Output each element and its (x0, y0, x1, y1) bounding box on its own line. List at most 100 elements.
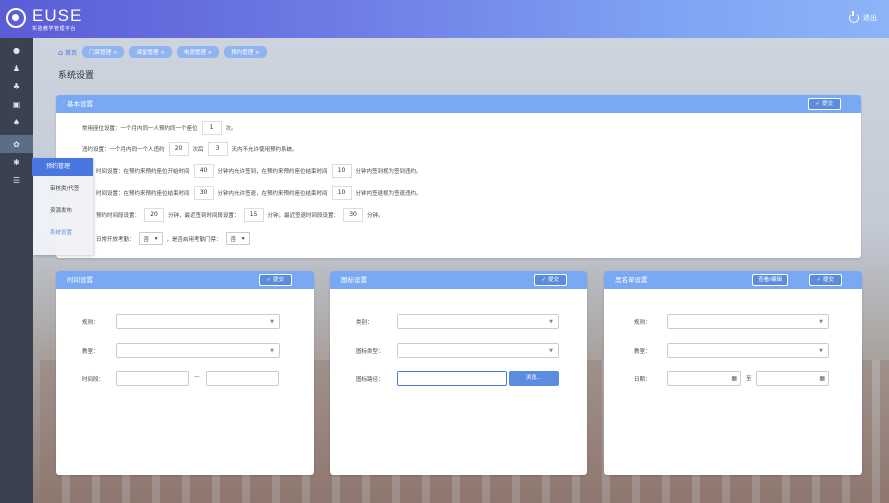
browse-button[interactable]: 浏览... (509, 371, 559, 386)
label: 时间设置：在预约来预约座位结束时间 (96, 191, 190, 197)
icon-type-select[interactable]: ▼ (397, 343, 559, 358)
label: 分钟，最近签退时间段设置： (267, 213, 340, 219)
breadcrumb-home[interactable]: ⌂ 首页 (58, 48, 77, 57)
chevron-down-icon: ▼ (819, 348, 823, 354)
dash: — (194, 374, 200, 380)
checkout-period-input[interactable]: 30 (343, 208, 364, 222)
panel-title: 黑名单设置 (615, 276, 648, 284)
calendar-icon[interactable]: ▦ (731, 375, 737, 382)
checkout-allow-input[interactable]: 30 (193, 186, 214, 200)
rule-select[interactable]: ▼ (667, 314, 829, 329)
label: 预约时间段设置： (96, 213, 141, 219)
date-start-input[interactable]: ▦ (667, 371, 741, 386)
submenu-title[interactable]: 预约管理 (32, 158, 93, 176)
stamp-icon[interactable]: ♠ (0, 113, 33, 131)
list-icon[interactable]: ☰ (0, 171, 33, 189)
submit-button[interactable]: ✓ 提交 (808, 274, 842, 286)
gear-icon[interactable]: ✱ (0, 153, 33, 171)
room-select[interactable]: ▼ (116, 343, 280, 358)
category-select[interactable]: ▼ (397, 314, 559, 329)
submit-button[interactable]: ✓ 提交 (807, 98, 841, 110)
label: 次。 (225, 126, 237, 132)
user-icon[interactable]: ● (0, 41, 33, 59)
row-checkout: 时间设置：在预约来预约座位结束时间 30 分钟内允许签退，在预约来预约座位结束时… (96, 186, 422, 200)
chevron-down-icon: ▼ (549, 348, 553, 354)
person-icon[interactable]: ♟ (0, 59, 33, 77)
period-label: 时间段： (82, 377, 105, 383)
period-start-input[interactable] (116, 371, 189, 386)
submenu-item-audit[interactable]: 审核类/代签 (33, 178, 93, 200)
logout-button[interactable]: 退出 (849, 11, 877, 23)
date-end-input[interactable]: ▦ (756, 371, 829, 386)
logo-subtitle: 实验教学管理平台 (32, 26, 77, 32)
reserve-icon[interactable]: ✿ (0, 135, 33, 153)
row-checkin: 时间设置：在预约来预约座位开始时间 40 分钟内允许签到，在预约来预约座位结束时… (96, 164, 422, 178)
submenu-item-publish[interactable]: 资源发布 (33, 200, 93, 222)
label: 违约设置：一个月内同一个人违约 (82, 147, 165, 153)
panel-header: 时间设置 ✓ 提交 (56, 271, 314, 289)
tab-door[interactable]: 门禁管理 × (82, 46, 125, 58)
chevron-down-icon: ▼ (819, 319, 823, 325)
category-label: 类别： (356, 320, 373, 326)
checkin-allow-input[interactable]: 40 (193, 164, 214, 178)
view-edit-button[interactable]: 查看/编辑 (752, 274, 788, 286)
icon-path-input[interactable] (397, 371, 507, 386)
home-label: 首页 (65, 49, 78, 57)
sidebar: ● ♟ ♣ ▣ ♠ ✿ ✱ ☰ (0, 38, 33, 503)
submenu-item-settings[interactable]: 系统设置 (33, 222, 93, 244)
to-label: 至 (746, 376, 752, 382)
checkin-violate-input[interactable]: 10 (331, 164, 352, 178)
panel-title: 基本设置 (67, 100, 93, 108)
tab-reserve[interactable]: 预约管理 × (224, 46, 267, 58)
date-label: 日期： (634, 377, 651, 383)
violation-count-input[interactable]: 20 (168, 142, 189, 156)
tab-class[interactable]: 课堂管理 × (129, 46, 172, 58)
label: 分钟内签到视为签到违约。 (355, 169, 422, 175)
label: 日常开放考勤： (96, 236, 135, 243)
checkin-period-input[interactable]: 15 (243, 208, 264, 222)
submit-button[interactable]: ✓ 提交 (533, 274, 567, 286)
panel-title: 时间设置 (67, 276, 93, 284)
panel-header: 图标设置 ✓ 提交 (330, 271, 587, 289)
chevron-down-icon: ▾ (154, 235, 158, 242)
top-bar: EUSE 实验教学管理平台 退出 (0, 0, 889, 38)
period-end-input[interactable] (206, 371, 279, 386)
rule-label: 规则： (634, 320, 651, 326)
power-icon (849, 11, 859, 23)
breadcrumb: ⌂ 首页 门禁管理 × 课堂管理 × 电源管理 × 预约管理 × (58, 46, 267, 58)
value: 否 (143, 236, 150, 243)
blacklist-settings-panel: 黑名单设置 查看/编辑 ✓ 提交 规则： ▼ 教室： ▼ 日期： ▦ 至 ▦ (604, 271, 862, 475)
logout-label: 退出 (863, 14, 877, 22)
calendar-icon[interactable]: ▦ (819, 375, 825, 382)
rule-select[interactable]: ▼ (116, 314, 280, 329)
rule-label: 规则： (82, 320, 99, 326)
door-attendance-select[interactable]: 否 ▾ (225, 232, 250, 245)
submit-label: 提交 (822, 277, 834, 283)
row-frequent-seat: 常用座位设置：一个月内同一人预约同一个座位 1 次。 (82, 121, 237, 135)
reserve-period-input[interactable]: 20 (144, 208, 165, 222)
label: 分钟，最近签到时间段设置： (168, 213, 240, 219)
room-select[interactable]: ▼ (667, 343, 829, 358)
row-violation: 违约设置：一个月内同一个人违约 20 次后 3 天内不允许使用预约系统。 (82, 142, 298, 156)
icon-settings-panel: 图标设置 ✓ 提交 类别： ▼ 图标类型： ▼ 图标路径： 浏览... (330, 271, 587, 475)
attendance-select[interactable]: 否 ▾ (138, 232, 163, 245)
violation-days-input[interactable]: 3 (207, 142, 228, 156)
label: 分钟。 (367, 213, 384, 219)
home-icon: ⌂ (58, 47, 64, 57)
panel-title: 图标设置 (341, 276, 367, 284)
submenu-flyout: 预约管理 审核类/代签 资源发布 系统设置 (32, 158, 93, 255)
tab-power[interactable]: 电源管理 × (176, 46, 220, 58)
icon-path-label: 图标路径： (356, 377, 384, 383)
checkout-violate-input[interactable]: 10 (331, 186, 352, 200)
value: 否 (230, 236, 237, 243)
basic-settings-panel: 基本设置 ✓ 提交 常用座位设置：一个月内同一人预约同一个座位 1 次。 违约设… (56, 95, 861, 258)
panel-header: 基本设置 ✓ 提交 (56, 95, 861, 113)
submit-button[interactable]: ✓ 提交 (258, 274, 292, 286)
row-attendance: 日常开放考勤： 否 ▾ ，是否启用考勤门禁： 否 ▾ (96, 232, 254, 245)
book-icon[interactable]: ▣ (0, 95, 33, 113)
group-icon[interactable]: ♣ (0, 77, 33, 95)
panel-header: 黑名单设置 查看/编辑 ✓ 提交 (604, 271, 862, 289)
label: 天内不允许使用预约系统。 (231, 147, 298, 153)
frequent-seat-input[interactable]: 1 (201, 121, 222, 135)
chevron-down-icon: ▼ (270, 319, 274, 325)
